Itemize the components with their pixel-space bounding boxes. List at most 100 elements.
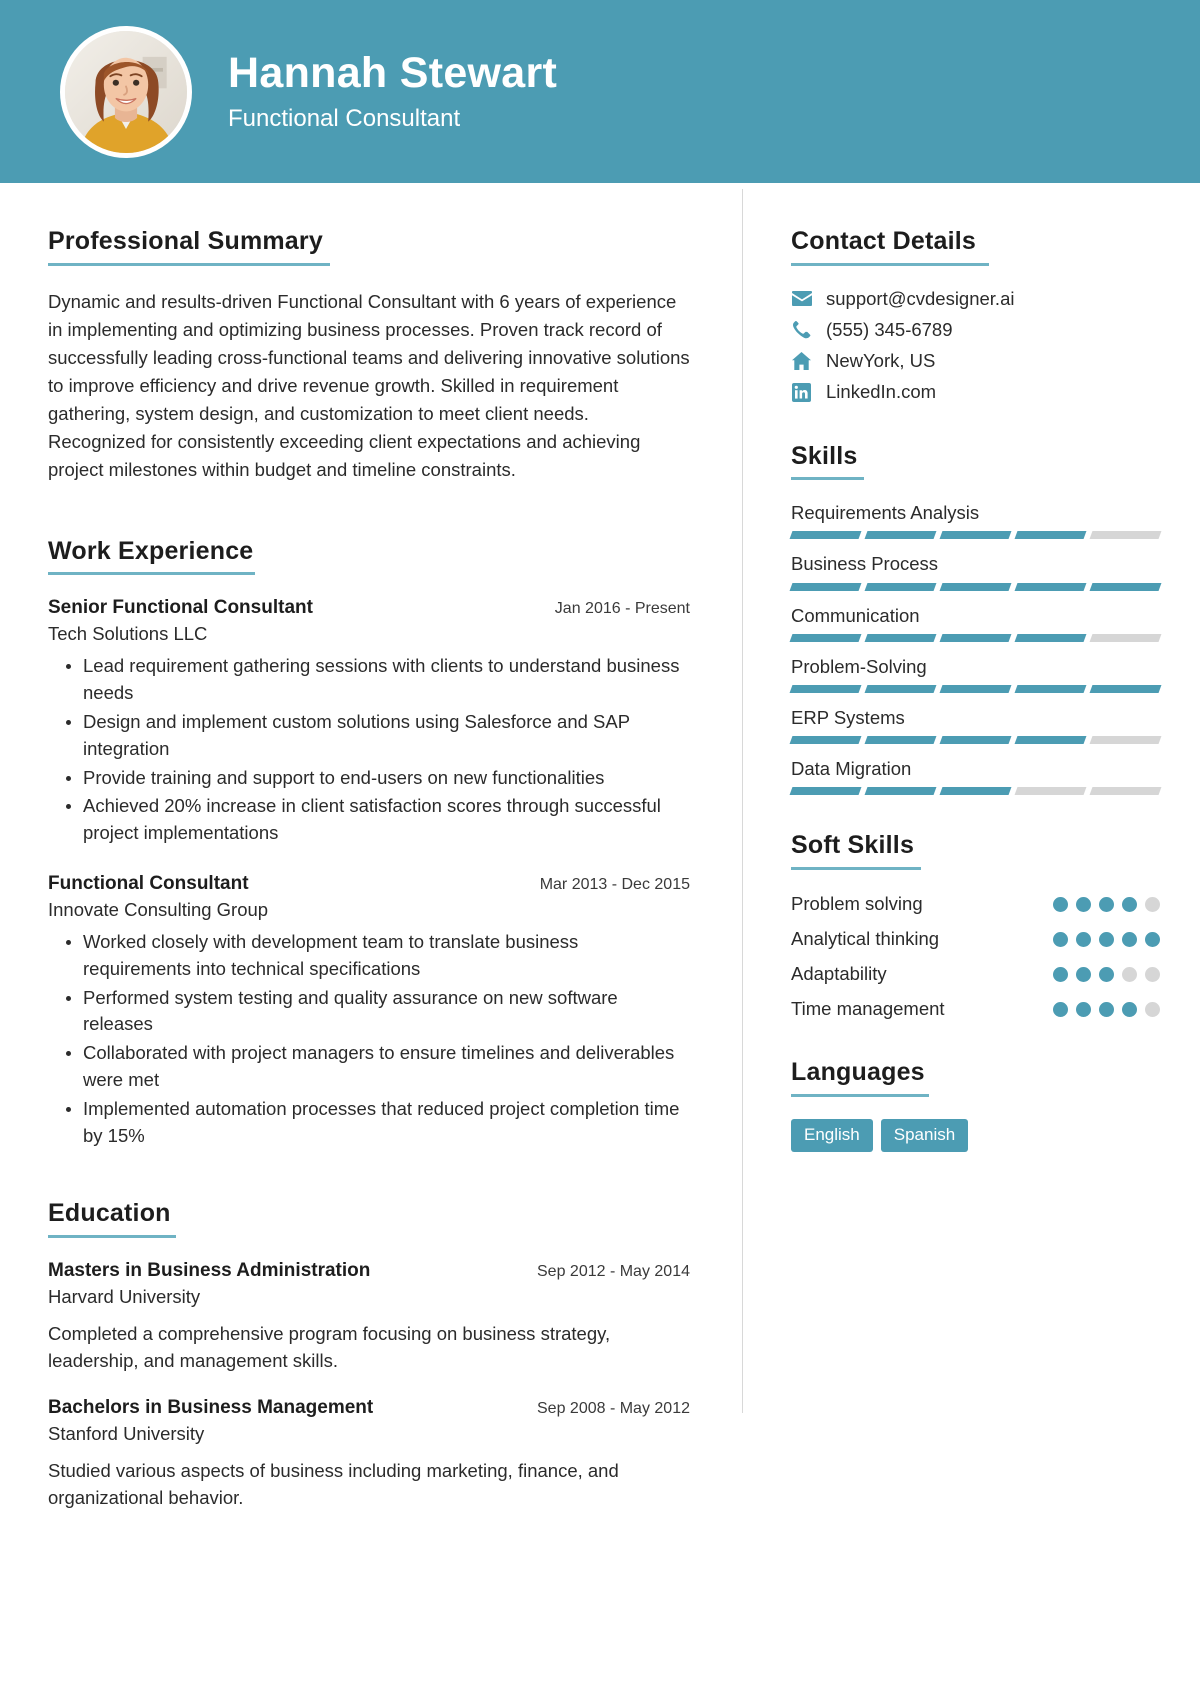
skill-segment-filled bbox=[1089, 582, 1162, 591]
work-entry: Functional Consultant Mar 2013 - Dec 201… bbox=[48, 873, 690, 1150]
skill-segment-filled bbox=[939, 736, 1012, 745]
job-bullet: Design and implement custom solutions us… bbox=[48, 709, 690, 763]
rating-dot-filled bbox=[1145, 932, 1160, 948]
rating-dot-empty bbox=[1145, 897, 1160, 913]
soft-skill-name: Time management bbox=[791, 998, 945, 1020]
soft-skill-item: Problem solving bbox=[791, 892, 1160, 916]
skill-segment-filled bbox=[1014, 736, 1087, 745]
contact-location-text: NewYork, US bbox=[826, 350, 936, 372]
skill-item: Problem-Solving bbox=[789, 655, 1162, 693]
linkedin-icon bbox=[791, 382, 812, 403]
education-date: Sep 2012 - May 2014 bbox=[537, 1263, 690, 1281]
rating-dot-filled bbox=[1076, 967, 1091, 983]
skill-segment-filled bbox=[789, 531, 862, 540]
soft-skill-name: Analytical thinking bbox=[791, 928, 940, 950]
contact-item-linkedin[interactable]: LinkedIn.com bbox=[791, 381, 1160, 403]
skill-level-bar bbox=[789, 582, 1162, 591]
soft-skills-list: Problem solving Analytical thinking Adapta… bbox=[791, 892, 1160, 1021]
skill-level-bar bbox=[789, 736, 1162, 745]
section-title-soft-skills: Soft Skills bbox=[791, 831, 915, 860]
skill-segment-filled bbox=[864, 531, 937, 540]
rating-dot-filled bbox=[1099, 932, 1114, 948]
rating-dot-empty bbox=[1145, 1002, 1160, 1018]
sidebar-column: Contact Details support@cvdesigner.ai (5… bbox=[743, 183, 1200, 1573]
job-company: Tech Solutions LLC bbox=[48, 623, 208, 645]
rating-dot-filled bbox=[1099, 1002, 1114, 1018]
rating-dot-filled bbox=[1099, 897, 1114, 913]
skill-item: Data Migration bbox=[789, 758, 1162, 796]
job-bullets: Worked closely with development team to … bbox=[48, 929, 690, 1150]
avatar-photo-icon bbox=[65, 30, 187, 153]
job-bullet: Collaborated with project managers to en… bbox=[48, 1040, 690, 1094]
skill-segment-filled bbox=[939, 787, 1012, 796]
skill-name: Requirements Analysis bbox=[791, 502, 980, 524]
education-date: Sep 2008 - May 2012 bbox=[537, 1399, 690, 1417]
job-bullet: Achieved 20% increase in client satisfac… bbox=[48, 793, 690, 847]
skill-name: Data Migration bbox=[791, 758, 912, 780]
job-company: Innovate Consulting Group bbox=[48, 898, 269, 920]
skill-segment-filled bbox=[939, 582, 1012, 591]
contact-email-text: support@cvdesigner.ai bbox=[826, 287, 1015, 309]
skill-segment-filled bbox=[1014, 582, 1087, 591]
skill-segment-empty bbox=[1014, 787, 1087, 796]
skill-level-bar bbox=[789, 685, 1162, 693]
rating-dot-empty bbox=[1145, 967, 1160, 983]
education-school: Harvard University bbox=[48, 1286, 201, 1308]
soft-skill-name: Problem solving bbox=[791, 893, 923, 915]
skill-item: Requirements Analysis bbox=[789, 502, 1162, 540]
language-chip: English bbox=[791, 1119, 873, 1153]
section-title-education: Education bbox=[48, 1199, 171, 1228]
skill-name: Business Process bbox=[791, 553, 939, 575]
soft-skill-name: Adaptability bbox=[791, 963, 887, 985]
contact-item-phone[interactable]: (555) 345-6789 bbox=[791, 319, 1160, 341]
phone-icon bbox=[791, 320, 812, 341]
skill-name: ERP Systems bbox=[791, 707, 905, 728]
candidate-name: Hannah Stewart bbox=[228, 49, 558, 98]
rating-dot-filled bbox=[1053, 932, 1068, 948]
soft-skill-item: Adaptability bbox=[791, 962, 1160, 986]
rating-dot-empty bbox=[1122, 967, 1137, 983]
skill-level-bar bbox=[789, 787, 1162, 796]
section-title-work: Work Experience bbox=[48, 536, 254, 565]
education-degree: Masters in Business Administration bbox=[48, 1260, 371, 1282]
section-skills: Skills Requirements Analysis Business Pro… bbox=[789, 441, 1162, 796]
section-work-experience: Work Experience Senior Functional Consul… bbox=[48, 537, 690, 1150]
job-role: Functional Consultant bbox=[48, 872, 249, 894]
section-title-skills: Skills bbox=[791, 441, 858, 470]
skill-name: Problem-Solving bbox=[791, 655, 927, 677]
section-rule bbox=[48, 262, 330, 266]
rating-dot-filled bbox=[1053, 897, 1068, 913]
skill-segment-filled bbox=[864, 685, 937, 693]
skill-level-bar bbox=[789, 531, 1162, 540]
contact-list: support@cvdesigner.ai (555) 345-6789 New… bbox=[791, 288, 1160, 404]
section-soft-skills: Soft Skills Problem solving Analytical th… bbox=[791, 831, 1160, 1021]
soft-skill-item: Analytical thinking bbox=[791, 927, 1160, 951]
section-rule bbox=[791, 262, 989, 266]
section-title-summary: Professional Summary bbox=[48, 227, 323, 255]
contact-item-email[interactable]: support@cvdesigner.ai bbox=[791, 288, 1160, 310]
education-school: Stanford University bbox=[48, 1422, 205, 1444]
skill-segment-empty bbox=[1089, 531, 1162, 540]
rating-dot-filled bbox=[1076, 897, 1091, 913]
section-languages: Languages English Spanish bbox=[791, 1058, 1160, 1153]
section-rule bbox=[791, 477, 864, 481]
skill-segment-empty bbox=[1089, 787, 1162, 796]
skill-segment-filled bbox=[864, 633, 937, 642]
education-entry: Bachelors in Business Management Sep 200… bbox=[48, 1397, 690, 1512]
skill-segment-filled bbox=[864, 787, 937, 796]
job-role: Senior Functional Consultant bbox=[48, 597, 313, 619]
skill-segment-filled bbox=[1014, 685, 1087, 693]
skill-segment-filled bbox=[864, 582, 937, 591]
skill-item: Business Process bbox=[789, 553, 1162, 591]
rating-dot-filled bbox=[1053, 967, 1068, 983]
skill-name: Communication bbox=[791, 604, 920, 626]
skill-segment-empty bbox=[1089, 736, 1162, 745]
job-date: Jan 2016 - Present bbox=[554, 600, 690, 618]
work-entry-header: Senior Functional Consultant Jan 2016 - … bbox=[48, 597, 690, 619]
job-bullets: Lead requirement gathering sessions with… bbox=[48, 653, 690, 847]
section-title-languages: Languages bbox=[791, 1058, 925, 1087]
job-bullet: Implemented automation processes that re… bbox=[48, 1096, 690, 1150]
skill-segment-filled bbox=[1089, 685, 1162, 693]
language-chip: Spanish bbox=[880, 1119, 969, 1153]
